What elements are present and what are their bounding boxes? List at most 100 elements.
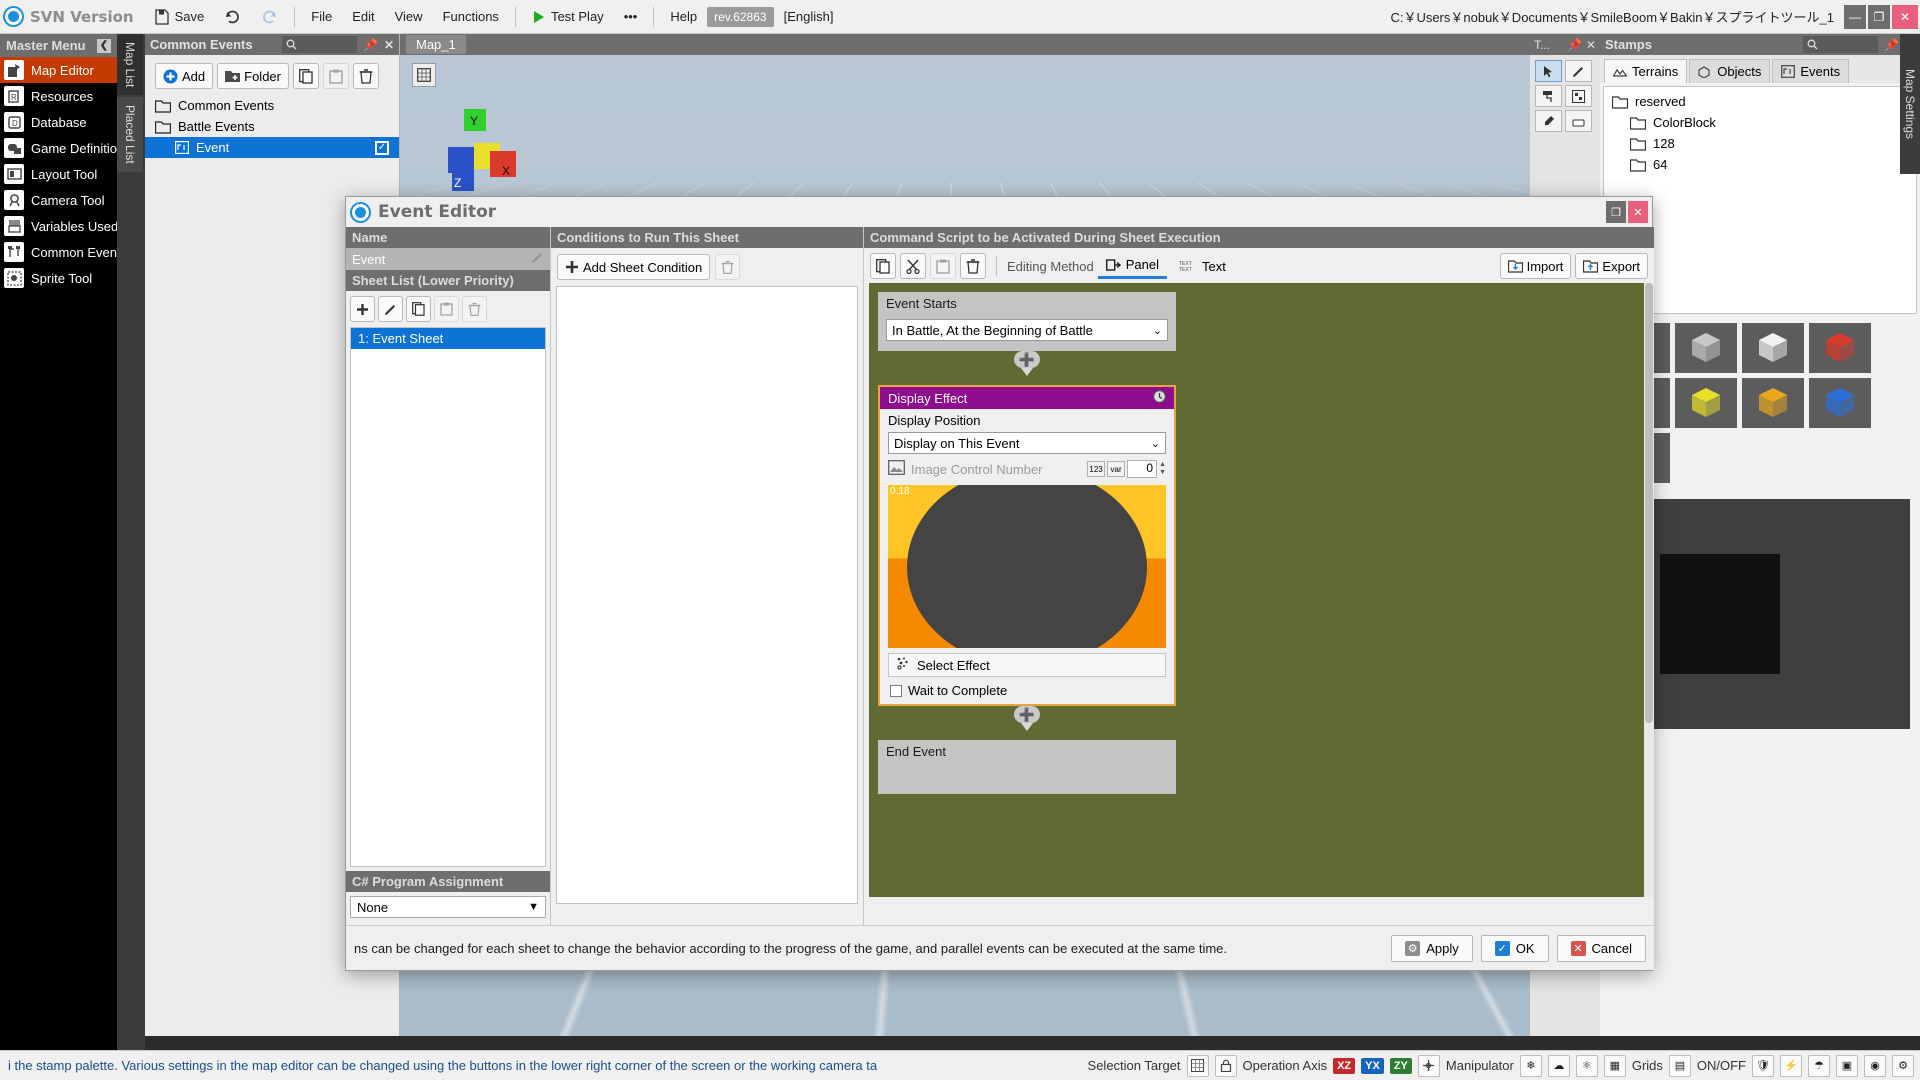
sidebar-item-camera-tool[interactable]: Camera Tool <box>0 187 117 213</box>
ok-button[interactable]: ✓ OK <box>1481 935 1549 962</box>
axis-button-zy[interactable]: ZY <box>1390 1058 1412 1074</box>
paint-roller-icon[interactable] <box>1535 85 1562 107</box>
lock-icon[interactable] <box>1215 1055 1237 1077</box>
save-button[interactable]: Save <box>144 4 215 30</box>
pen-icon[interactable] <box>1565 60 1592 82</box>
menu-view[interactable]: View <box>385 4 433 30</box>
conditions-list-area[interactable] <box>556 286 858 904</box>
sidebar-item-common-events[interactable]: Common Events <box>0 239 117 265</box>
grid-toggle-icon[interactable] <box>412 63 436 87</box>
select-cursor-icon[interactable] <box>1535 60 1562 82</box>
manipulator-icon[interactable] <box>1418 1055 1440 1077</box>
pin-icon[interactable]: 📌 <box>1884 38 1899 52</box>
stamp-preview[interactable]: ck <box>1610 499 1910 729</box>
sidebar-item-layout-tool[interactable]: Layout Tool <box>0 161 117 187</box>
stamp-swatch[interactable] <box>1742 378 1804 428</box>
eraser-icon[interactable] <box>1565 110 1592 132</box>
command-cut-button[interactable] <box>900 253 926 279</box>
search-input[interactable] <box>282 36 357 53</box>
help-button[interactable]: Help <box>660 4 707 30</box>
menu-file[interactable]: File <box>301 4 342 30</box>
grid-icon[interactable] <box>1187 1055 1209 1077</box>
paste-button[interactable] <box>323 63 349 89</box>
sidebar-item-map-editor[interactable]: Map Editor <box>0 57 117 83</box>
tree-item-battle-events[interactable]: Battle Events <box>145 116 399 137</box>
display-position-select[interactable]: Display on This Event ⌄ <box>888 432 1166 454</box>
node-display-effect[interactable]: Display Effect Display Position Display … <box>878 385 1176 706</box>
axis-gizmo[interactable]: Y X Z <box>428 103 538 208</box>
folder-button[interactable]: Folder <box>217 63 289 89</box>
stamp-swatch[interactable] <box>1742 323 1804 373</box>
collapse-sidebar-button[interactable]: ❮ <box>97 39 111 53</box>
map-tab-map1[interactable]: Map_1 <box>406 35 466 54</box>
tab-text[interactable]: TEXTTEXT Text <box>1171 255 1234 278</box>
event-name-input[interactable]: Event <box>346 248 550 270</box>
select-effect-button[interactable]: Select Effect <box>888 653 1166 677</box>
cube-icon[interactable]: ▣ <box>1836 1055 1858 1077</box>
stamps-tree-item-64[interactable]: 64 <box>1604 154 1916 175</box>
command-canvas-scrollbar[interactable] <box>1644 283 1654 897</box>
add-button[interactable]: Add <box>155 63 213 89</box>
delete-condition-button[interactable] <box>715 254 740 280</box>
event-starts-select[interactable]: In Battle, At the Beginning of Battle ⌄ <box>886 319 1168 341</box>
tab-map-list[interactable]: Map List <box>117 34 143 95</box>
event-checkbox[interactable]: ✓ <box>375 141 389 155</box>
node-event-starts[interactable]: Event Starts In Battle, At the Beginning… <box>878 292 1176 351</box>
image-control-number-input[interactable]: 0 <box>1127 460 1157 478</box>
menu-edit[interactable]: Edit <box>342 4 384 30</box>
sidebar-item-game-definition[interactable]: Game Definition <box>0 135 117 161</box>
command-script-canvas[interactable]: Event Starts In Battle, At the Beginning… <box>869 283 1646 897</box>
insert-command-button-2[interactable]: ➕ <box>1014 706 1040 723</box>
stamps-tree-item-colorblock[interactable]: ColorBlock <box>1604 112 1916 133</box>
test-play-button[interactable]: Test Play <box>522 4 614 30</box>
axis-button-yx[interactable]: YX <box>1361 1058 1384 1074</box>
shield-icon[interactable]: 🛡 <box>1752 1055 1774 1077</box>
grid2-icon[interactable]: ▦ <box>1604 1055 1626 1077</box>
tree-item-common-events[interactable]: Common Events <box>145 95 399 116</box>
insert-command-button-1[interactable]: ➕ <box>1014 351 1040 368</box>
tab-panel[interactable]: Panel <box>1098 253 1167 279</box>
grid-fill-icon[interactable] <box>1565 85 1592 107</box>
tab-objects[interactable]: Objects <box>1689 59 1770 83</box>
copy-button[interactable] <box>293 63 319 89</box>
cancel-button[interactable]: ✕ Cancel <box>1557 935 1646 962</box>
command-copy-button[interactable] <box>870 253 896 279</box>
table-icon[interactable]: ▤ <box>1669 1055 1691 1077</box>
leaf-icon[interactable]: ☁ <box>1548 1055 1570 1077</box>
clock-icon[interactable] <box>1153 390 1166 406</box>
sheet-delete-button[interactable] <box>462 296 487 322</box>
stamp-swatch[interactable] <box>1675 378 1737 428</box>
tab-map-settings[interactable]: Map Settings <box>1900 34 1920 174</box>
tab-events[interactable]: Events <box>1772 59 1849 83</box>
eyedropper-icon[interactable] <box>1535 110 1562 132</box>
settings-icon[interactable]: ⚙ <box>1892 1055 1914 1077</box>
effect-preview[interactable]: 0.18 <box>888 485 1166 648</box>
redo-button[interactable] <box>214 4 251 30</box>
menu-functions[interactable]: Functions <box>433 4 509 30</box>
stamps-search-input[interactable] <box>1803 36 1878 53</box>
tab-terrains[interactable]: Terrains <box>1604 59 1687 83</box>
csharp-assignment-select[interactable]: None ▼ <box>350 896 546 918</box>
stamp-swatch[interactable] <box>1809 323 1871 373</box>
close-icon[interactable]: ✕ <box>384 38 394 52</box>
event-editor-close-button[interactable]: ✕ <box>1628 201 1648 223</box>
sheet-list[interactable]: 1: Event Sheet <box>350 327 546 867</box>
import-button[interactable]: Import <box>1500 253 1572 279</box>
tree-item-event[interactable]: Event ✓ <box>145 137 399 158</box>
sidebar-item-resources[interactable]: R Resources <box>0 83 117 109</box>
export-button[interactable]: Export <box>1575 253 1648 279</box>
add-sheet-condition-button[interactable]: Add Sheet Condition <box>557 254 710 280</box>
sidebar-item-sprite-tool[interactable]: Sprite Tool <box>0 265 117 291</box>
undo-button[interactable] <box>251 4 288 30</box>
magnet-icon[interactable]: ⚛ <box>1576 1055 1598 1077</box>
sheet-list-item[interactable]: 1: Event Sheet <box>351 328 545 349</box>
stamps-tree-item-reserved[interactable]: reserved <box>1604 91 1916 112</box>
flower-icon[interactable]: ❄ <box>1520 1055 1542 1077</box>
window-minimize-button[interactable]: — <box>1844 5 1866 29</box>
pin-icon[interactable]: 📌 <box>363 38 378 52</box>
pencil-icon[interactable] <box>531 251 544 267</box>
sheet-add-button[interactable] <box>350 296 375 322</box>
water-icon[interactable]: ☂ <box>1808 1055 1830 1077</box>
command-delete-button[interactable] <box>960 253 986 279</box>
sheet-paste-button[interactable] <box>434 296 459 322</box>
